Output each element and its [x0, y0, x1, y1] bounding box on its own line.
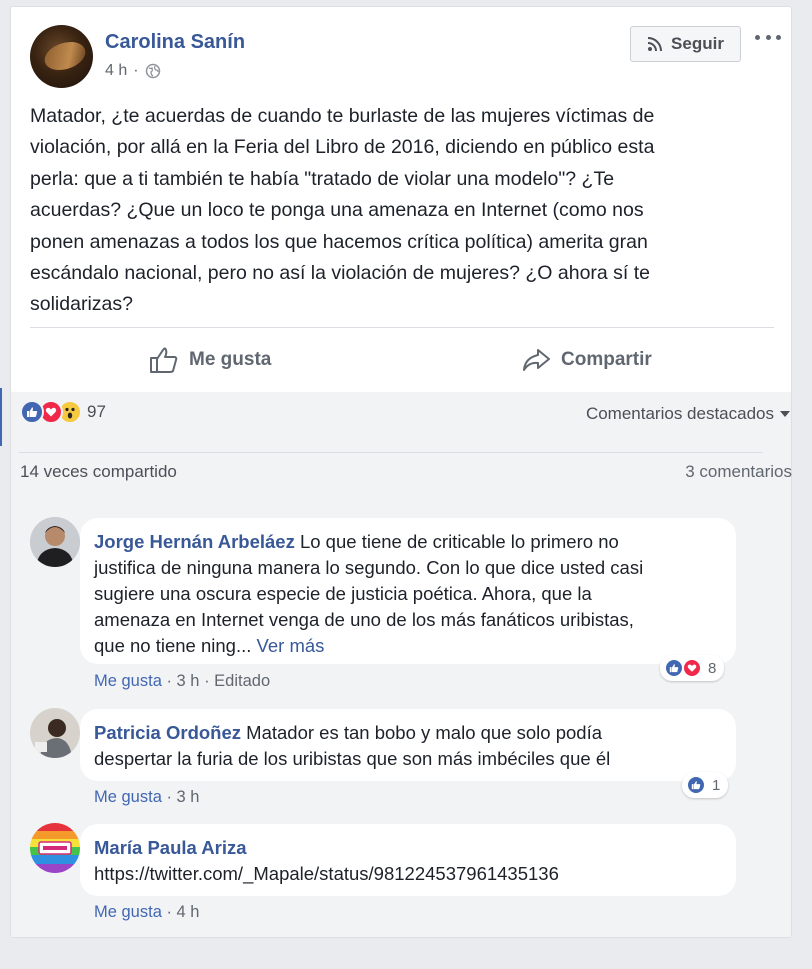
like-reaction-icon	[20, 400, 44, 424]
like-reaction-icon	[664, 658, 684, 678]
follow-button[interactable]: Seguir	[630, 26, 741, 62]
comment-text: Lo que tiene de criticable lo primero no	[294, 531, 619, 552]
author-avatar[interactable]	[30, 25, 93, 88]
post-meta: 4 h ·	[105, 62, 161, 80]
comment-time[interactable]: 4 h	[177, 903, 200, 921]
commenter-avatar[interactable]	[30, 823, 80, 873]
focus-indicator	[0, 388, 2, 446]
divider	[19, 452, 763, 453]
comment-bubble: Jorge Hernán Arbeláez Lo que tiene de cr…	[80, 518, 736, 664]
love-reaction-icon	[682, 658, 702, 678]
share-button[interactable]: Compartir	[521, 340, 652, 380]
commenter-name[interactable]: Patricia Ordoñez	[94, 722, 241, 743]
share-arrow-icon	[523, 349, 550, 371]
comment-like-link[interactable]: Me gusta	[94, 903, 162, 921]
comment-bubble: María Paula Ariza https://twitter.com/_Ma…	[80, 824, 736, 896]
comment-reactions[interactable]: 1	[682, 772, 729, 798]
comment-meta: Me gusta · 4 h	[94, 903, 200, 921]
commenter-name[interactable]: María Paula Ariza	[94, 837, 247, 858]
comment-text-continued: despertar la furia de los uribistas que …	[94, 748, 611, 769]
comment-like-link[interactable]: Me gusta	[94, 788, 162, 806]
like-button[interactable]: Me gusta	[149, 340, 271, 380]
reaction-summary[interactable]: 97	[20, 400, 106, 424]
featured-comments-dropdown[interactable]: Comentarios destacados	[586, 404, 790, 424]
share-label: Compartir	[561, 349, 652, 370]
comment-edited[interactable]: Editado	[214, 672, 270, 690]
comment-bubble: Patricia Ordoñez Matador es tan bobo y m…	[80, 709, 736, 781]
comment-reaction-count: 1	[712, 776, 721, 794]
see-more-link[interactable]: Ver más	[257, 635, 325, 656]
comment-time[interactable]: 3 h	[177, 672, 200, 690]
comments-count[interactable]: 3 comentarios	[685, 462, 792, 482]
post-time[interactable]: 4 h	[105, 62, 127, 80]
commenter-avatar[interactable]	[30, 708, 80, 758]
comment-reaction-count: 8	[708, 659, 717, 677]
comment-meta: Me gusta · 3 h · Editado	[94, 672, 271, 690]
shares-count[interactable]: 14 veces compartido	[20, 462, 177, 482]
post-text: Matador, ¿te acuerdas de cuando te burla…	[30, 105, 655, 316]
commenter-name[interactable]: Jorge Hernán Arbeláez	[94, 531, 295, 552]
comment-time[interactable]: 3 h	[177, 788, 200, 806]
divider	[30, 327, 774, 328]
caret-down-icon	[780, 411, 790, 417]
like-reaction-icon	[686, 775, 706, 795]
comment-link[interactable]: https://twitter.com/_Mapale/status/98122…	[94, 863, 559, 884]
follow-label: Seguir	[671, 34, 724, 53]
comment-like-link[interactable]: Me gusta	[94, 672, 162, 690]
commenter-avatar[interactable]	[30, 517, 80, 567]
reaction-count: 97	[87, 402, 106, 421]
featured-comments-label: Comentarios destacados	[585, 404, 774, 423]
comment-text-continued: justifica de ninguna manera lo segundo. …	[94, 557, 644, 656]
comment-text: Matador es tan bobo y malo que solo podí…	[241, 722, 603, 743]
comment-meta: Me gusta · 3 h	[94, 788, 200, 806]
like-label: Me gusta	[189, 349, 272, 370]
author-name[interactable]: Carolina Sanín	[105, 31, 245, 54]
rss-icon	[647, 37, 663, 52]
globe-icon	[145, 63, 160, 79]
comment-reactions[interactable]: 8	[660, 655, 725, 681]
more-options-icon[interactable]	[755, 27, 781, 47]
thumbs-up-icon	[150, 347, 178, 373]
